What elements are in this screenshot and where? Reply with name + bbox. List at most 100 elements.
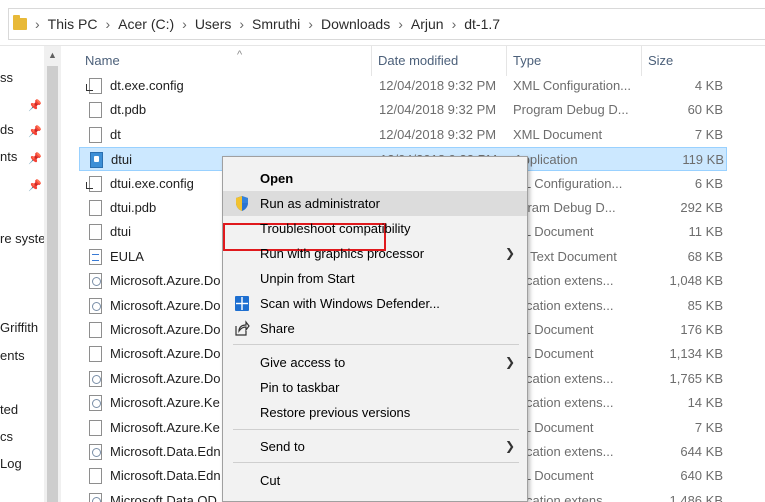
menu-separator xyxy=(233,429,519,430)
submenu-arrow-icon: ❯ xyxy=(504,355,515,369)
navigation-pane: ss 📌 ds 📌 nts 📌 📌 re syste Griffith ents… xyxy=(0,46,44,502)
file-name: dt.pdb xyxy=(110,102,147,118)
file-date-modified: 12/04/2018 9:32 PM xyxy=(379,78,497,93)
column-header-name[interactable]: Name ^ xyxy=(79,46,372,76)
pin-icon: 📌 xyxy=(28,153,42,165)
menu-item-pin-to-taskbar[interactable]: Pin to taskbar xyxy=(223,375,527,400)
file-row[interactable]: dt.exe.config 12/04/2018 9:32 PM XML Confi… xyxy=(79,74,727,98)
menu-item-label: Pin to taskbar xyxy=(260,380,340,395)
column-header-row: Name ^ Date modified Type Size xyxy=(61,46,765,76)
column-header-size[interactable]: Size xyxy=(642,46,727,76)
menu-item-open[interactable]: Open xyxy=(223,166,527,191)
file-size: 1,134 KB xyxy=(669,346,724,362)
breadcrumb-user[interactable]: Smruthi xyxy=(252,16,300,32)
file-type: ogram Debug D... xyxy=(513,200,616,215)
menu-item-run-with-graphics-processor[interactable]: Run with graphics processor ❯ xyxy=(223,241,527,266)
file-type: ML Document xyxy=(513,322,594,337)
file-type: plication extens... xyxy=(513,273,614,289)
column-header-type[interactable]: Type xyxy=(507,46,642,76)
menu-item-cut[interactable]: Cut xyxy=(223,468,527,493)
menu-item-run-as-administrator[interactable]: Run as administrator xyxy=(223,191,527,251)
file-type: ML Document xyxy=(513,346,594,362)
chevron-right-icon[interactable]: › xyxy=(452,16,457,32)
file-size: 644 KB xyxy=(680,444,723,459)
breadcrumb[interactable]: › This PC › Acer (C:) › Users › Smruthi … xyxy=(8,8,765,40)
file-type: ch Text Document xyxy=(513,248,617,264)
nav-item[interactable]: ss xyxy=(0,70,13,90)
nav-item[interactable]: ds xyxy=(0,122,14,142)
file-type: plication extens... xyxy=(513,444,614,459)
scroll-thumb[interactable] xyxy=(47,66,58,502)
menu-item-label: Share xyxy=(260,321,295,336)
file-type: Program Debug D... xyxy=(513,102,629,118)
submenu-arrow-icon: ❯ xyxy=(504,439,515,453)
menu-item-label: Run with graphics processor xyxy=(260,246,425,261)
file-type: ML Document xyxy=(513,224,594,240)
menu-item-troubleshoot-compatibility[interactable]: Troubleshoot compatibility xyxy=(223,216,527,241)
scroll-up-arrow-icon[interactable]: ▲ xyxy=(44,46,61,63)
file-row[interactable]: dt.pdb 12/04/2018 9:32 PM Program Debug D.… xyxy=(79,98,727,122)
menu-item-label: Restore previous versions xyxy=(260,405,411,420)
extension-icon xyxy=(89,444,102,460)
pin-icon: 📌 xyxy=(28,126,42,138)
file-size: 6 KB xyxy=(694,175,723,191)
menu-item-unpin-from-start[interactable]: Unpin from Start xyxy=(223,266,527,291)
file-icon xyxy=(89,346,102,363)
chevron-right-icon[interactable]: › xyxy=(398,16,403,32)
extension-icon xyxy=(89,492,102,502)
chevron-right-icon[interactable]: › xyxy=(182,16,187,32)
file-size: 11 KB xyxy=(688,224,723,240)
extension-icon xyxy=(89,297,102,314)
file-size: 14 KB xyxy=(687,395,723,411)
menu-separator xyxy=(233,462,519,463)
nav-item[interactable]: Griffith xyxy=(0,320,38,340)
menu-item-label: Send to xyxy=(260,439,305,454)
file-size: 68 KB xyxy=(687,248,723,264)
menu-item-give-access-to[interactable]: Give access to ❯ xyxy=(223,350,527,375)
file-name: dt xyxy=(110,126,121,142)
file-icon xyxy=(89,468,102,485)
menu-item-share[interactable]: Share xyxy=(223,316,527,341)
nav-item[interactable]: nts xyxy=(0,149,17,169)
file-type: ML Document xyxy=(513,468,594,484)
file-icon xyxy=(89,419,102,436)
menu-item-label: Run as administrator xyxy=(260,196,380,211)
file-type: ML Document xyxy=(513,419,594,435)
chevron-right-icon[interactable]: › xyxy=(239,16,244,32)
file-type: plication extens... xyxy=(513,370,614,386)
shortcut-file-icon xyxy=(86,175,102,192)
file-size: 7 KB xyxy=(694,126,723,142)
file-icon xyxy=(89,224,102,241)
nav-item[interactable]: Log xyxy=(0,456,22,476)
file-type: plication extens... xyxy=(513,492,614,502)
menu-item-label: Cut xyxy=(260,473,281,488)
menu-item-label: Scan with Windows Defender... xyxy=(260,296,440,311)
file-icon xyxy=(89,200,102,216)
chevron-right-icon[interactable]: › xyxy=(35,16,40,32)
menu-item-send-to[interactable]: Send to ❯ xyxy=(223,434,527,459)
nav-item[interactable]: ents xyxy=(0,348,25,368)
chevron-right-icon[interactable]: › xyxy=(105,16,110,32)
column-header-name-label: Name xyxy=(85,53,120,68)
breadcrumb-users[interactable]: Users xyxy=(195,16,232,32)
breadcrumb-this-pc[interactable]: This PC xyxy=(48,16,98,32)
breadcrumb-downloads[interactable]: Downloads xyxy=(321,16,390,32)
breadcrumb-arjun[interactable]: Arjun xyxy=(411,16,444,32)
menu-item-label: Give access to xyxy=(260,355,346,370)
breadcrumb-drive[interactable]: Acer (C:) xyxy=(118,16,174,32)
chevron-right-icon[interactable]: › xyxy=(308,16,313,32)
menu-item-scan-with-windows-defender[interactable]: Scan with Windows Defender... xyxy=(223,291,527,316)
menu-item-restore-previous-versions[interactable]: Restore previous versions xyxy=(223,400,527,425)
nav-item[interactable]: ted xyxy=(0,402,18,422)
windows-defender-icon xyxy=(234,295,250,312)
nav-item[interactable]: cs xyxy=(0,429,13,449)
nav-item[interactable]: re syste xyxy=(0,231,44,251)
column-header-date[interactable]: Date modified xyxy=(372,46,507,76)
nav-scrollbar[interactable]: ▲ xyxy=(44,46,61,502)
file-type: XML Configuration... xyxy=(513,78,632,93)
rich-text-icon xyxy=(89,248,102,265)
file-size: 176 KB xyxy=(680,322,723,337)
application-icon xyxy=(90,152,103,169)
breadcrumb-dt[interactable]: dt-1.7 xyxy=(464,16,500,32)
file-row[interactable]: dt 12/04/2018 9:32 PM XML Document 7 KB xyxy=(79,123,727,147)
